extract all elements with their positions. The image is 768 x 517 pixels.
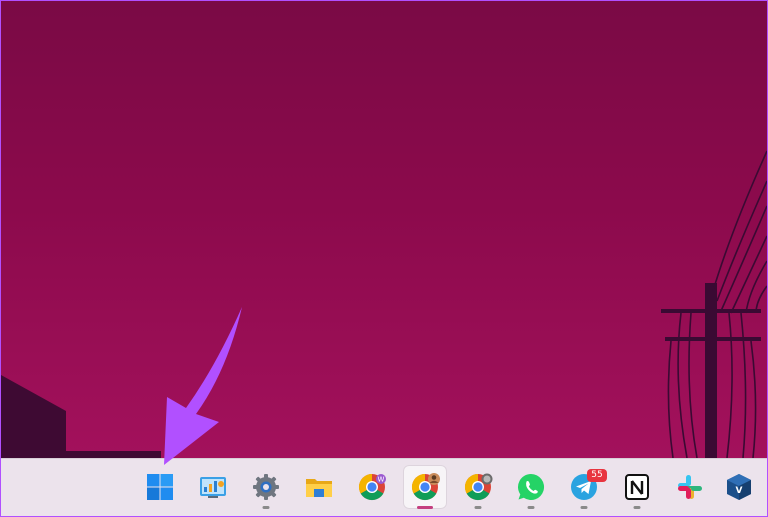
taskbar-app-virtualbox[interactable]: V bbox=[717, 465, 761, 509]
taskbar-app-slack[interactable] bbox=[668, 465, 712, 509]
gear-icon bbox=[253, 474, 279, 500]
taskbar-app-chrome-profile-w[interactable]: W bbox=[350, 465, 394, 509]
taskbar-app-settings[interactable] bbox=[244, 465, 288, 509]
svg-text:W: W bbox=[378, 476, 385, 484]
start-button[interactable] bbox=[138, 465, 182, 509]
running-indicator bbox=[262, 506, 270, 509]
unread-badge: 55 bbox=[587, 469, 607, 482]
chrome-icon bbox=[411, 473, 440, 501]
slack-icon bbox=[678, 475, 702, 499]
taskbar-app-telegram[interactable]: 55 bbox=[562, 465, 607, 509]
taskbar-app-control-panel[interactable] bbox=[191, 465, 235, 509]
whatsapp-icon bbox=[517, 473, 545, 500]
desktop-wallpaper bbox=[1, 1, 767, 458]
taskbar-app-whatsapp[interactable] bbox=[509, 465, 553, 509]
running-indicator bbox=[474, 506, 482, 509]
virtualbox-icon: V bbox=[727, 474, 751, 500]
folder-icon bbox=[306, 479, 332, 497]
taskbar-app-file-explorer[interactable] bbox=[297, 465, 341, 509]
rooftop-line bbox=[66, 451, 161, 458]
chrome-icon bbox=[464, 473, 493, 501]
active-indicator bbox=[417, 506, 433, 509]
svg-text:V: V bbox=[736, 486, 743, 496]
taskbar-app-chrome-profile-globe[interactable] bbox=[456, 465, 500, 509]
wallpaper-scenery bbox=[1, 150, 767, 458]
running-indicator bbox=[580, 506, 588, 509]
notion-icon bbox=[625, 474, 649, 500]
screenshot-frame: W 55 V bbox=[0, 0, 768, 517]
chrome-icon: W bbox=[358, 473, 386, 501]
utility-pole bbox=[661, 150, 767, 458]
running-indicator bbox=[527, 506, 535, 509]
taskbar-app-chrome-profile-photo[interactable] bbox=[403, 465, 447, 509]
running-indicator bbox=[633, 506, 641, 509]
windows-logo-icon bbox=[147, 474, 173, 500]
building-silhouette bbox=[1, 375, 66, 458]
control-panel-icon bbox=[200, 477, 226, 498]
taskbar: W 55 V bbox=[1, 458, 767, 516]
taskbar-app-notion[interactable] bbox=[615, 465, 659, 509]
